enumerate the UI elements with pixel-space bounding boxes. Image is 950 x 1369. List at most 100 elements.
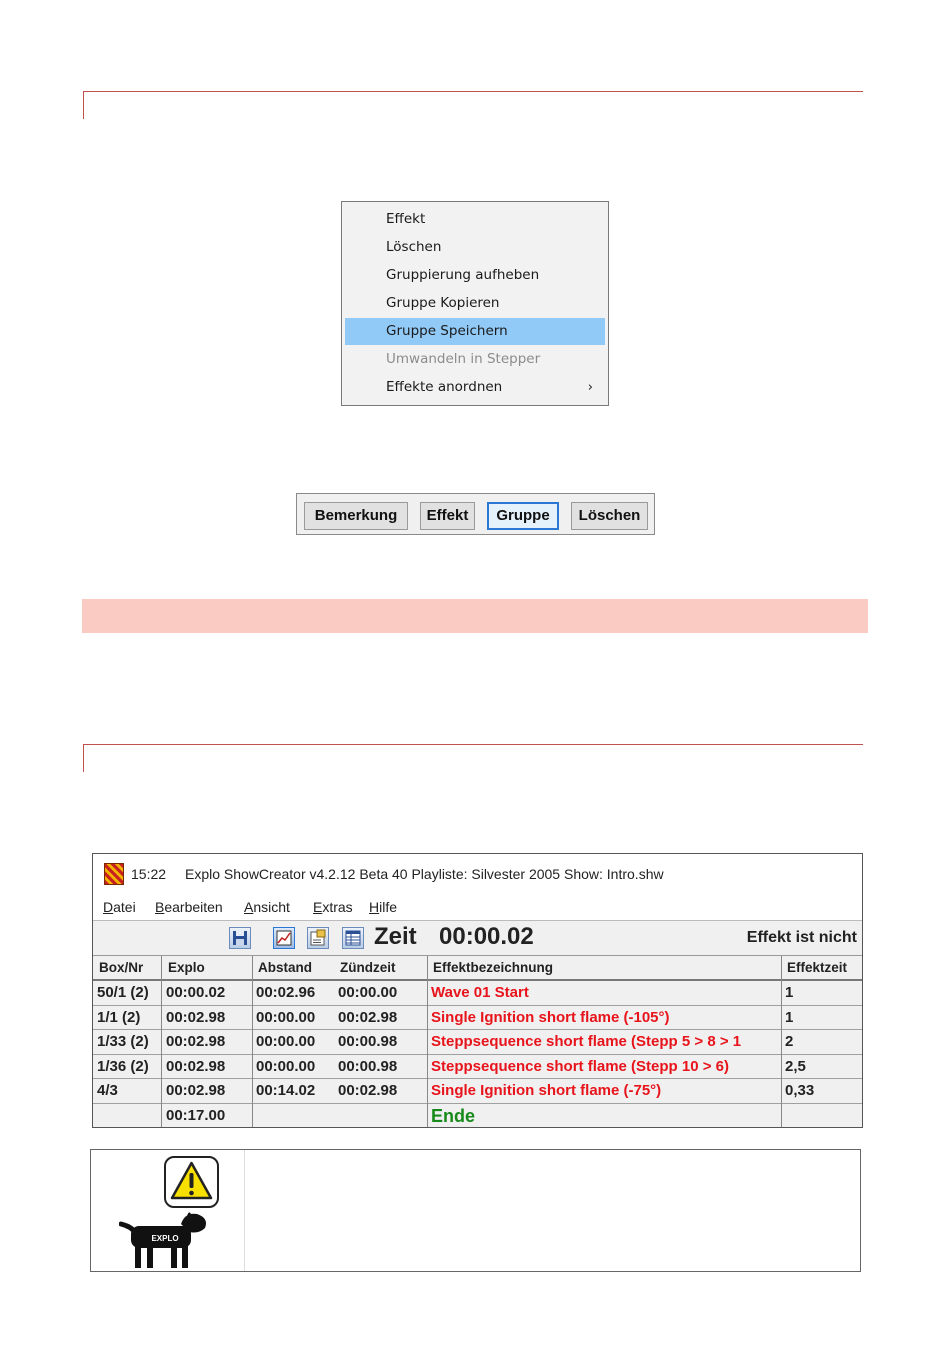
menu-mnemonic: A [244,899,254,915]
table-row[interactable]: 50/1 (2) 00:00.02 00:02.96 00:00.00 Wave 01 … [93,981,862,1006]
cell-explo: 00:02.98 [166,1008,226,1026]
note-box: EXPLO [90,1149,861,1272]
menu-item-label: Gruppierung aufheben [386,267,540,283]
cell-effektzeit: 1 [785,984,794,1001]
col-header-abstand[interactable]: Abstand [252,956,334,979]
cell-box-nr: 1/33 (2) [97,1033,149,1050]
cell-box-nr: 1/36 (2) [97,1057,149,1075]
cell-effektzeit: 2 [785,1033,794,1050]
cell-zuendzeit: 00:00.00 [338,984,398,1001]
menu-label: ilfe [379,899,398,915]
cell-zuendzeit: 00:02.98 [338,1008,398,1026]
menu-item-gruppe-speichern[interactable]: Gruppe Speichern [345,318,605,345]
menu-bearbeiten[interactable]: Bearbeiten [155,894,223,920]
menu-item-label: Löschen [386,239,442,255]
cell-abstand: 00:14.02 [256,1082,316,1099]
dog-mascot-icon: EXPLO [119,1212,206,1268]
col-header-effektzeit[interactable]: Effektzeit [781,956,862,979]
col-header-effektbezeichnung[interactable]: Effektbezeichnung [427,956,781,979]
menu-datei[interactable]: Datei [103,894,136,920]
menu-item-umwandeln-in-stepper: Umwandeln in Stepper [345,346,605,373]
menu-mnemonic: B [155,899,165,915]
column-divider [252,956,253,1127]
menu-item-gruppe-kopieren[interactable]: Gruppe Kopieren [345,290,605,317]
menu-mnemonic: H [369,899,380,915]
cell-box-nr: 4/3 [97,1082,118,1099]
menu-hilfe[interactable]: Hilfe [369,894,397,920]
menu-item-label: Gruppe Kopieren [386,295,500,311]
menu-item-label: Gruppe Speichern [386,323,508,339]
table-row[interactable]: 4/3 00:02.98 00:14.02 00:02.98 Single Igniti… [93,1079,862,1104]
menu-mnemonic: D [103,899,114,915]
cell-abstand: 00:00.00 [256,1057,316,1075]
menu-mnemonic: E [313,899,323,915]
cell-effektbezeichnung: Steppsequence short flame (Stepp 10 > 6) [431,1057,730,1075]
col-header-zuendzeit[interactable]: Zündzeit [334,956,427,979]
highlight-band [82,599,868,633]
cell-abstand: 00:00.00 [256,1008,316,1026]
cell-abstand: 00:02.96 [256,984,316,1001]
menu-item-label: Effekt [386,211,426,227]
cell-explo: 00:02.98 [166,1057,226,1075]
menu-extras[interactable]: Extras [313,894,353,920]
cell-zuendzeit: 00:00.98 [338,1033,398,1050]
title-bar: 15:22 Explo ShowCreator v4.2.12 Beta 40 … [93,854,862,894]
button-bar: Bemerkung Effekt Gruppe Löschen [296,493,655,535]
table-header: Box/Nr Explo Abstand Zündzeit Effektbeze… [93,956,862,981]
col-header-box-nr[interactable]: Box/Nr [93,956,161,979]
properties-icon[interactable] [307,927,329,949]
menu-label: nsicht [253,899,290,915]
effekt-button[interactable]: Effekt [420,502,475,530]
warning-icon [170,1161,213,1200]
window-title: Explo ShowCreator v4.2.12 Beta 40 Playli… [185,866,664,882]
cell-explo: 00:02.98 [166,1082,226,1099]
cell-effektzeit: 2,5 [785,1057,806,1075]
table-row[interactable]: 1/33 (2) 00:02.98 00:00.00 00:00.98 Steppseq… [93,1030,862,1055]
cell-abstand [252,1104,334,1128]
menu-label: earbeiten [164,899,223,915]
app-window: 15:22 Explo ShowCreator v4.2.12 Beta 40 … [92,853,863,1128]
table-row[interactable]: 00:17.00 Ende [93,1103,862,1128]
cell-explo: 00:02.98 [166,1033,226,1050]
menu-item-effekte-anordnen[interactable]: Effekte anordnen › [345,374,605,401]
table-row[interactable]: 1/1 (2) 00:02.98 00:00.00 00:02.98 Single Ig… [93,1005,862,1030]
submenu-arrow-icon: › [587,380,593,395]
cell-zuendzeit: 00:02.98 [338,1082,398,1099]
menu-label: atei [113,899,136,915]
cell-abstand: 00:00.00 [256,1033,316,1050]
menu-item-label: Effekte anordnen [386,379,503,395]
menu-item-effekt[interactable]: Effekt [345,206,605,233]
menu-item-gruppierung-aufheben[interactable]: Gruppierung aufheben [345,262,605,289]
section-rule-bottom [83,744,863,772]
bemerkung-button[interactable]: Bemerkung [304,502,408,530]
cell-explo: 00:17.00 [166,1106,226,1124]
column-divider [427,956,428,1127]
column-divider [781,956,782,1127]
cell-effektbezeichnung: Ende [431,1105,476,1126]
zeit-label: Zeit [374,923,417,950]
dog-label: EXPLO [151,1234,178,1243]
cell-effektbezeichnung: Single Ignition short flame (-105°) [431,1008,670,1026]
save-icon[interactable] [229,927,251,949]
context-menu: Effekt Löschen Gruppierung aufheben Grup… [341,201,609,406]
speech-bubble [164,1156,219,1208]
cell-box-nr: 50/1 (2) [97,984,149,1001]
menu-ansicht[interactable]: Ansicht [244,894,290,920]
cell-effektzeit: 0,33 [785,1082,815,1099]
cell-zuendzeit [334,1104,427,1128]
menu-item-loeschen[interactable]: Löschen [345,234,605,261]
col-header-explo[interactable]: Explo [162,956,252,979]
cell-effektbezeichnung: Single Ignition short flame (-75°) [431,1082,662,1099]
title-time: 15:22 [131,866,167,882]
cell-effektbezeichnung: Steppsequence short flame (Stepp 5 > 8 >… [431,1033,742,1050]
gruppe-button[interactable]: Gruppe [487,502,559,530]
status-text: Effekt ist nicht [746,929,857,946]
table-icon[interactable] [342,927,364,949]
loeschen-button[interactable]: Löschen [571,502,648,530]
note-divider [244,1150,245,1271]
cell-box-nr: 1/1 (2) [97,1008,141,1026]
chart-icon[interactable] [273,927,295,949]
table-row[interactable]: 1/36 (2) 00:02.98 00:00.00 00:00.98 Steppseq… [93,1054,862,1079]
menu-item-label: Umwandeln in Stepper [386,351,541,367]
column-divider [161,956,162,1127]
